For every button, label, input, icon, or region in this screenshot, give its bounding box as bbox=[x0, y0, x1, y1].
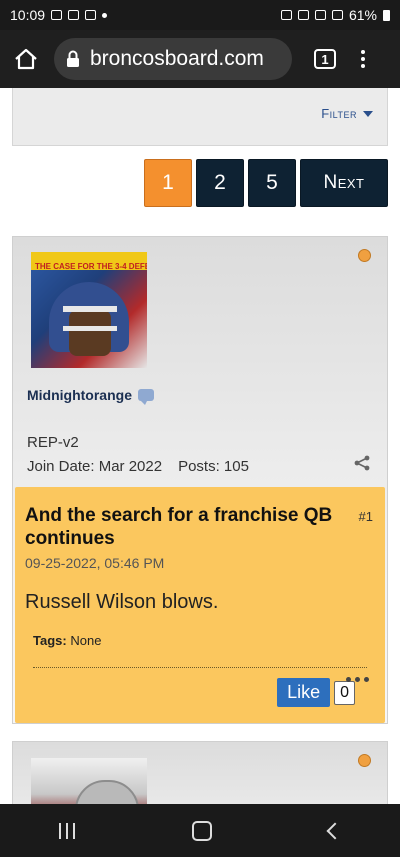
tags-label: Tags: bbox=[33, 633, 67, 648]
post-text: Russell Wilson blows. bbox=[25, 591, 219, 613]
menu-icon[interactable] bbox=[358, 50, 368, 68]
home-icon[interactable] bbox=[8, 41, 44, 77]
ring-shape bbox=[75, 780, 139, 804]
status-left: 10:09 bbox=[10, 7, 108, 23]
address-bar[interactable]: broncosboard.com bbox=[54, 38, 292, 80]
post-count: Posts: 105 bbox=[178, 458, 249, 475]
home-button-icon[interactable] bbox=[191, 820, 212, 841]
page-button-2[interactable]: 2 bbox=[196, 159, 244, 207]
like-button[interactable]: Like bbox=[277, 678, 331, 707]
avatar[interactable]: THE CASE FOR THE 3-4 DEFENSE bbox=[31, 252, 147, 368]
status-bar: 10:09 61% bbox=[0, 0, 400, 30]
like-control: Like 0 bbox=[277, 678, 355, 707]
username[interactable]: Midnightorange bbox=[27, 387, 154, 405]
tabs-icon[interactable]: 1 bbox=[314, 49, 336, 69]
share-icon[interactable] bbox=[353, 455, 371, 471]
join-date: Join Date: Mar 2022 bbox=[27, 458, 163, 475]
filter-bar: Filter bbox=[12, 88, 388, 146]
user-title: REP-v2 bbox=[27, 434, 79, 451]
status-dot-icon bbox=[358, 249, 371, 262]
user-stats: Join Date: Mar 2022 Posts: 105 bbox=[27, 458, 249, 475]
recent-apps-icon[interactable] bbox=[58, 822, 75, 839]
page-button-5[interactable]: 5 bbox=[248, 159, 296, 207]
mail-icon bbox=[51, 10, 63, 20]
post-card bbox=[12, 741, 388, 804]
back-icon[interactable] bbox=[326, 822, 344, 839]
status-time: 10:09 bbox=[10, 7, 46, 23]
tags: Tags: None bbox=[33, 633, 101, 648]
page-content: Filter 1 2 5 Next THE CASE FOR THE 3-4 D… bbox=[0, 88, 400, 804]
battery-icon bbox=[383, 9, 390, 21]
chat-notification-icon bbox=[85, 10, 97, 20]
page-button-1[interactable]: 1 bbox=[144, 159, 192, 207]
avatar[interactable] bbox=[31, 758, 147, 804]
post-body: And the search for a franchise QB contin… bbox=[15, 487, 385, 723]
status-dot-icon bbox=[358, 754, 371, 767]
caret-down-icon bbox=[363, 110, 373, 117]
tags-value: None bbox=[70, 633, 102, 648]
face-shape bbox=[69, 310, 111, 356]
facemask-bar bbox=[63, 326, 117, 331]
post-date: 09-25-2022, 05:46 PM bbox=[25, 555, 165, 571]
battery-percent: 61% bbox=[348, 7, 377, 23]
more-icon[interactable] bbox=[346, 677, 369, 682]
status-right: 61% bbox=[280, 7, 390, 23]
signal-icon bbox=[331, 10, 343, 20]
filter-label: Filter bbox=[321, 106, 357, 121]
post-card: THE CASE FOR THE 3-4 DEFENSE Midnightora… bbox=[12, 236, 388, 724]
pagination: 1 2 5 Next bbox=[144, 159, 388, 207]
lock-icon bbox=[66, 50, 80, 68]
notification-dot-icon bbox=[102, 12, 108, 18]
next-page-button[interactable]: Next bbox=[300, 159, 388, 207]
screenshot-icon bbox=[68, 10, 80, 20]
system-nav-bar bbox=[0, 804, 400, 857]
post-number[interactable]: #1 bbox=[359, 509, 373, 524]
browser-toolbar: broncosboard.com 1 bbox=[0, 30, 400, 88]
mute-icon bbox=[297, 10, 309, 20]
facemask-bar bbox=[63, 306, 117, 312]
chat-icon[interactable] bbox=[138, 389, 154, 405]
url-text: broncosboard.com bbox=[90, 47, 264, 70]
divider bbox=[33, 667, 367, 668]
wifi-icon bbox=[314, 10, 326, 20]
avatar-caption: THE CASE FOR THE 3-4 DEFENSE bbox=[35, 262, 147, 271]
filter-button[interactable]: Filter bbox=[321, 106, 373, 121]
username-text: Midnightorange bbox=[27, 387, 132, 403]
like-count: 0 bbox=[334, 680, 355, 705]
alarm-icon bbox=[280, 10, 292, 20]
post-title: And the search for a franchise QB contin… bbox=[25, 505, 333, 549]
